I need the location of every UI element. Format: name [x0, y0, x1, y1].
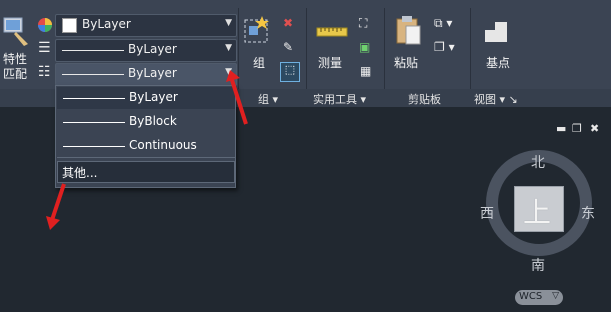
- color-combo[interactable]: ByLayer ▼: [55, 14, 237, 37]
- lineweight-combo[interactable]: ByLayer ▼: [55, 63, 237, 86]
- annotation-arrow-down: [46, 183, 66, 230]
- match-properties-label: 特性 匹配: [3, 52, 28, 81]
- wcs-label: WCS: [519, 291, 543, 302]
- quick-select-icon[interactable]: ⛶: [359, 16, 367, 31]
- color-swatch: [62, 18, 77, 33]
- viewcube-top-label: 上: [523, 196, 552, 229]
- list-icon[interactable]: ☰: [38, 40, 51, 56]
- basepoint-icon: [485, 22, 507, 42]
- restore-icon[interactable]: ❐: [572, 122, 582, 135]
- line-preview: [63, 122, 125, 123]
- clipboard-icon: [396, 16, 421, 45]
- panel-label-utilities[interactable]: 实用工具 ▾: [313, 91, 366, 107]
- color-combo-value: ByLayer: [82, 17, 131, 31]
- compass-west[interactable]: 西: [480, 203, 494, 223]
- dropdown-item-label: Continuous: [129, 138, 197, 152]
- measure-label: 测量: [318, 56, 343, 70]
- compass-south[interactable]: 南: [531, 255, 545, 275]
- color-wheel-icon[interactable]: [37, 17, 53, 33]
- compass-east[interactable]: 东: [581, 203, 595, 223]
- basepoint-label: 基点: [486, 56, 511, 70]
- dropdown-item-label: ByLayer: [129, 90, 178, 104]
- lineweight-dropdown-list: ByLayer ByBlock Continuous 其他...: [55, 85, 236, 188]
- ruler-icon: [316, 27, 348, 37]
- select-all-icon[interactable]: ▣: [359, 40, 370, 54]
- lineweight-icon[interactable]: ☷: [38, 64, 51, 80]
- chevron-down-icon: ▽: [552, 291, 559, 301]
- linetype-preview: [62, 50, 124, 51]
- dropdown-separator: [57, 157, 235, 158]
- group-select-icon[interactable]: ⬚: [280, 62, 300, 82]
- close-icon[interactable]: ✖: [590, 122, 599, 135]
- viewcube-top-face[interactable]: 上: [514, 186, 564, 232]
- linetype-combo-value: ByLayer: [128, 42, 177, 56]
- lineweight-combo-value: ByLayer: [128, 66, 177, 80]
- chevron-down-icon: ▼: [225, 18, 232, 28]
- match-properties-icon: [3, 17, 28, 46]
- annotation-arrow-up: [226, 70, 248, 125]
- wcs-menu[interactable]: WCS ▽: [515, 290, 563, 305]
- lineweight-preview: [62, 74, 124, 75]
- compass-north[interactable]: 北: [531, 152, 545, 172]
- paste-label: 粘贴: [394, 56, 419, 70]
- basepoint-button[interactable]: 基点: [478, 14, 518, 74]
- ungroup-icon[interactable]: ✖: [283, 16, 293, 30]
- panel-label-clipboard[interactable]: 剪贴板: [408, 91, 441, 107]
- match-properties-button[interactable]: 特性 匹配: [0, 14, 34, 84]
- group-button[interactable]: 组: [243, 14, 275, 74]
- group-icon: [244, 16, 269, 43]
- dropdown-item-continuous[interactable]: Continuous: [57, 135, 235, 157]
- paste-button[interactable]: 粘贴: [390, 14, 430, 74]
- copy-clip-icon[interactable]: ⧉ ▾: [434, 16, 452, 31]
- line-preview: [63, 98, 125, 99]
- copy-icon[interactable]: ❐ ▾: [434, 40, 455, 54]
- line-preview: [63, 146, 125, 147]
- linetype-combo[interactable]: ByLayer ▼: [55, 39, 237, 62]
- minimize-icon[interactable]: ▬: [556, 122, 566, 135]
- panel-label-view[interactable]: 视图 ▾ ↘: [474, 91, 518, 107]
- measure-button[interactable]: 测量: [312, 14, 352, 74]
- dropdown-item-label: ByBlock: [129, 114, 177, 128]
- dropdown-item-byblock[interactable]: ByBlock: [57, 111, 235, 133]
- group-edit-icon[interactable]: ✎: [283, 40, 293, 54]
- chevron-down-icon: ▼: [225, 43, 232, 53]
- calculator-icon[interactable]: ▦: [360, 64, 371, 78]
- dropdown-item-bylayer[interactable]: ByLayer: [57, 87, 235, 109]
